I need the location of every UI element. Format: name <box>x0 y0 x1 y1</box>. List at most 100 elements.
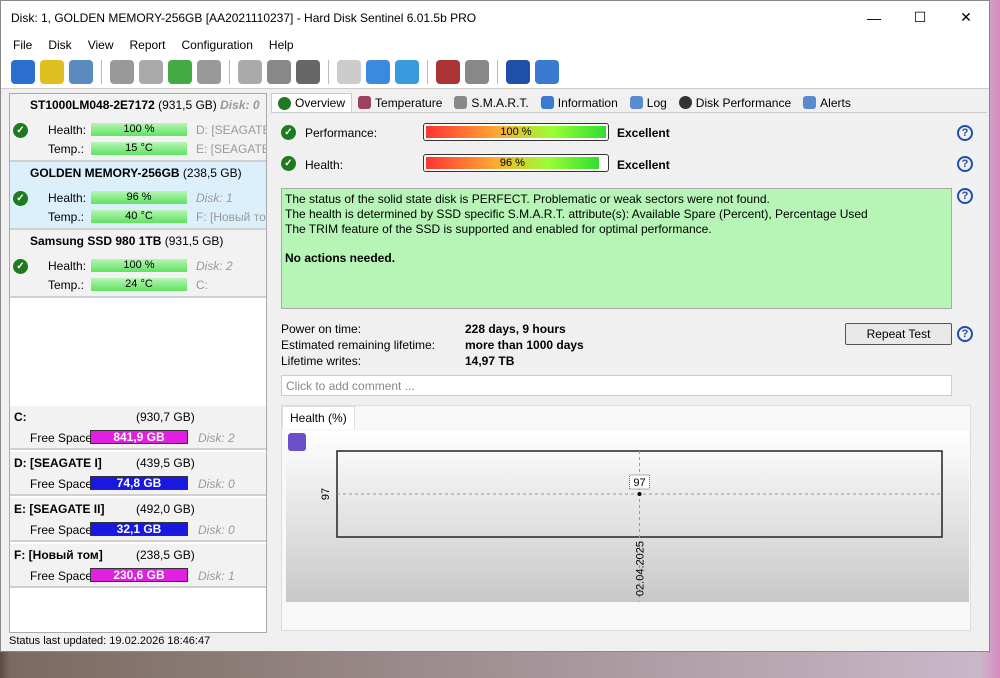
tab-alerts[interactable]: Alerts <box>797 93 857 112</box>
volume-item[interactable]: C: (930,7 GB) Free Space 841,9 GB Disk: 2 <box>10 406 266 450</box>
help-icon[interactable]: ? <box>957 326 973 342</box>
performance-value: 100 % <box>426 126 606 138</box>
menu-configuration[interactable]: Configuration <box>174 38 261 52</box>
help-icon[interactable]: ? <box>957 188 973 204</box>
network-icon[interactable] <box>395 60 419 84</box>
tab-information[interactable]: Information <box>535 93 624 112</box>
check-icon: ✓ <box>13 123 28 138</box>
health-bar: 100 % <box>91 123 187 136</box>
tab-overview[interactable]: Overview <box>271 93 353 112</box>
free-space-bar: 841,9 GB <box>90 430 188 444</box>
drive2-icon[interactable] <box>296 60 320 84</box>
temp-bar: 24 °C <box>91 278 187 291</box>
tab-s-m-a-r-t-[interactable]: S.M.A.R.T. <box>448 93 534 112</box>
send-icon[interactable] <box>366 60 390 84</box>
monitor-icon[interactable] <box>436 60 460 84</box>
disk-item[interactable]: ST1000LM048-2E7172 (931,5 GB) Disk: 0 ✓ … <box>10 94 266 162</box>
disk-test-icon[interactable] <box>139 60 163 84</box>
tab-icon <box>803 96 817 109</box>
disk-item[interactable]: Samsung SSD 980 1TB (931,5 GB) ✓ Health:… <box>10 230 266 298</box>
comment-input[interactable]: Click to add comment ... <box>281 375 952 396</box>
temp-bar: 15 °C <box>91 142 187 155</box>
power-on-row: Power on time: 228 days, 9 hours <box>281 322 566 336</box>
info-icon[interactable] <box>535 60 559 84</box>
tab-label: Information <box>557 95 618 110</box>
check-icon: ✓ <box>13 191 28 206</box>
volume-disk: Disk: 2 <box>198 431 235 445</box>
volume-size: (930,7 GB) <box>136 410 195 424</box>
message-line: The health is determined by SSD specific… <box>285 207 868 221</box>
disk-item[interactable]: GOLDEN MEMORY-256GB (238,5 GB) ✓ Health:… <box>10 162 266 230</box>
status-bar: Status last updated: 19.02.2026 18:46:47 <box>9 635 211 647</box>
window-title: Disk: 1, GOLDEN MEMORY-256GB [AA20211102… <box>11 10 477 25</box>
health-label: Health: <box>48 259 87 273</box>
toolbar-separator <box>427 60 428 84</box>
health-bar: 100 % <box>91 259 187 272</box>
disk-side-info: F: [Новый том] <box>196 210 266 224</box>
writes-row: Lifetime writes: 14,97 TB <box>281 354 514 368</box>
title-bar: Disk: 1, GOLDEN MEMORY-256GB [AA20211102… <box>1 1 989 34</box>
sound-icon[interactable] <box>465 60 489 84</box>
tab-icon <box>629 96 643 109</box>
menu-bar: File Disk View Report Configuration Help <box>1 34 989 56</box>
volume-item[interactable]: D: [SEAGATE I] (439,5 GB) Free Space 74,8 … <box>10 452 266 496</box>
repeat-test-button[interactable]: Repeat Test <box>845 323 952 345</box>
refresh-icon[interactable] <box>11 60 35 84</box>
disk-icon[interactable] <box>69 60 93 84</box>
volume-name: D: [SEAGATE I] <box>14 456 102 470</box>
menu-file[interactable]: File <box>5 38 40 52</box>
tab-icon <box>678 96 692 109</box>
tab-icon <box>540 96 554 109</box>
health-value: 96 % <box>426 157 599 169</box>
chart-svg: 97 97 02.04.2025 <box>320 450 943 602</box>
tab-temperature[interactable]: Temperature <box>352 93 448 112</box>
performance-label: Performance: <box>305 126 378 140</box>
menu-disk[interactable]: Disk <box>40 38 79 52</box>
disk-panel: ST1000LM048-2E7172 (931,5 GB) Disk: 0 ✓ … <box>9 93 267 633</box>
health-rating: Excellent <box>617 158 670 172</box>
disk-gray-icon[interactable] <box>110 60 134 84</box>
report-icon[interactable] <box>337 60 361 84</box>
check-icon: ✓ <box>281 125 296 140</box>
maximize-button[interactable]: ☐ <box>897 1 943 34</box>
disk-side-info: Disk: 1 <box>196 191 233 205</box>
temp-label: Temp.: <box>48 142 85 156</box>
drive-icon[interactable] <box>267 60 291 84</box>
volume-name: F: [Новый том] <box>14 548 103 562</box>
head-icon[interactable] <box>238 60 262 84</box>
chart-area: 97 97 02.04.2025 <box>286 431 969 602</box>
point-label: 97 <box>633 477 645 489</box>
health-bar: 96 % <box>423 154 609 172</box>
app-window: Disk: 1, GOLDEN MEMORY-256GB [AA20211102… <box>0 0 990 652</box>
tab-label: Alerts <box>820 95 851 110</box>
volume-item[interactable]: F: [Новый том] (238,5 GB) Free Space 230,6… <box>10 544 266 588</box>
tab-label: Overview <box>295 96 346 110</box>
help-icon[interactable] <box>506 60 530 84</box>
disk-tool-icon[interactable] <box>197 60 221 84</box>
check-icon: ✓ <box>13 259 28 274</box>
help-icon[interactable]: ? <box>957 125 973 141</box>
health-label: Health: <box>48 191 87 205</box>
chart-tab-health[interactable]: Health (%) <box>282 406 355 429</box>
disk-side-info: D: [SEAGATE I] <box>196 123 266 137</box>
tab-log[interactable]: Log <box>624 93 673 112</box>
remaining-row: Estimated remaining lifetime: more than 1… <box>281 338 584 352</box>
alert-icon[interactable] <box>40 60 64 84</box>
health-label: Health: <box>305 158 344 172</box>
disk-name: GOLDEN MEMORY-256GB (238,5 GB) <box>30 166 242 180</box>
menu-view[interactable]: View <box>80 38 122 52</box>
close-button[interactable]: ✕ <box>943 1 989 34</box>
help-icon[interactable]: ? <box>957 156 973 172</box>
menu-help[interactable]: Help <box>261 38 302 52</box>
volume-size: (492,0 GB) <box>136 502 195 516</box>
check-icon: ✓ <box>281 156 296 171</box>
free-label: Free Space <box>30 477 93 491</box>
tab-disk-performance[interactable]: Disk Performance <box>673 93 797 112</box>
minimize-button[interactable]: — <box>851 1 897 34</box>
health-chart: Health (%) 97 97 02.04.2025 <box>281 405 971 631</box>
menu-report[interactable]: Report <box>121 38 173 52</box>
volume-item[interactable]: E: [SEAGATE II] (492,0 GB) Free Space 32,1… <box>10 498 266 542</box>
disk-ok-icon[interactable] <box>168 60 192 84</box>
disk-side-info: C: <box>196 278 208 292</box>
volume-disk: Disk: 0 <box>198 477 235 491</box>
